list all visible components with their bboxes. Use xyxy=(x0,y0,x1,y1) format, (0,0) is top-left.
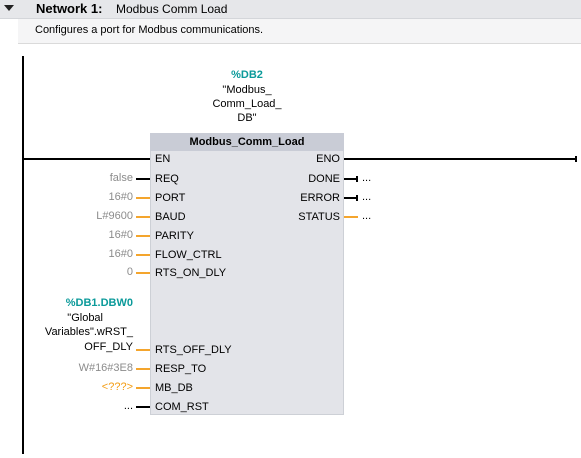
resp-to-value[interactable]: W#16#3E8 xyxy=(79,362,133,375)
status-value[interactable]: ... xyxy=(362,210,371,223)
pin-done: DONE xyxy=(308,173,340,185)
network-comment-text: Configures a port for Modbus communicati… xyxy=(35,24,264,36)
en-wire xyxy=(24,158,150,160)
req-value[interactable]: false xyxy=(110,172,133,185)
pin-req: REQ xyxy=(155,173,179,185)
pin-parity: PARITY xyxy=(155,230,194,242)
function-block-title[interactable]: Modbus_Comm_Load xyxy=(150,133,344,151)
network-title[interactable]: Modbus Comm Load xyxy=(116,0,227,18)
com-rst-value[interactable]: ... xyxy=(124,400,133,413)
pin-port: PORT xyxy=(155,192,186,204)
power-rail xyxy=(22,56,24,454)
flow-ctrl-value[interactable]: 16#0 xyxy=(109,248,133,261)
mb-db-wire xyxy=(136,387,150,389)
mb-db-value[interactable]: <???> xyxy=(102,381,133,394)
req-wire xyxy=(136,178,150,180)
network-label: Network 1: xyxy=(36,1,103,16)
instance-db-address[interactable]: %DB2 xyxy=(197,69,297,82)
global-var-address[interactable]: %DB1.DBW0 xyxy=(66,297,133,310)
pin-resp-to: RESP_TO xyxy=(155,363,207,375)
rts-on-dly-value[interactable]: 0 xyxy=(127,266,133,279)
pin-rts-off-dly: RTS_OFF_DLY xyxy=(155,344,232,356)
parity-wire xyxy=(136,235,150,237)
pin-en: EN xyxy=(155,153,171,165)
eno-wire-end xyxy=(575,156,577,162)
done-value[interactable]: ... xyxy=(362,172,371,185)
pin-rts-on-dly: RTS_ON_DLY xyxy=(155,267,227,279)
rts-off-dly-wire xyxy=(136,349,150,351)
parity-value[interactable]: 16#0 xyxy=(109,229,133,242)
global-var-name-line1[interactable]: "Global xyxy=(67,312,103,325)
flow-ctrl-wire xyxy=(136,254,150,256)
global-var-name-line3[interactable]: OFF_DLY xyxy=(84,341,133,354)
baud-wire xyxy=(136,216,150,218)
port-value[interactable]: 16#0 xyxy=(109,191,133,204)
error-wire-end xyxy=(356,195,358,201)
instance-db-name-line2[interactable]: Comm_Load_ xyxy=(197,98,297,111)
pin-flow-ctrl: FLOW_CTRL xyxy=(155,249,222,261)
pin-eno: ENO xyxy=(316,153,340,165)
network-header[interactable]: Network 1: Modbus Comm Load xyxy=(0,0,581,19)
network-comment[interactable]: Configures a port for Modbus communicati… xyxy=(18,19,581,44)
eno-wire xyxy=(344,158,576,160)
com-rst-wire xyxy=(136,406,150,408)
pin-com-rst: COM_RST xyxy=(155,401,209,413)
baud-value[interactable]: L#9600 xyxy=(96,210,133,223)
instance-db-name-line3[interactable]: DB" xyxy=(197,112,297,125)
error-wire xyxy=(344,197,356,199)
pin-mb-db: MB_DB xyxy=(155,382,193,394)
done-wire xyxy=(344,178,356,180)
pin-status: STATUS xyxy=(298,211,340,223)
status-wire xyxy=(344,216,358,218)
pin-error: ERROR xyxy=(300,192,340,204)
collapse-triangle-icon[interactable] xyxy=(4,5,14,11)
error-value[interactable]: ... xyxy=(362,191,371,204)
done-wire-end xyxy=(356,176,358,182)
instance-db-name-line1[interactable]: "Modbus_ xyxy=(197,84,297,97)
resp-to-wire xyxy=(136,368,150,370)
global-var-name-line2[interactable]: Variables".wRST_ xyxy=(45,326,133,339)
pin-baud: BAUD xyxy=(155,211,186,223)
rts-on-dly-wire xyxy=(136,272,150,274)
port-wire xyxy=(136,197,150,199)
